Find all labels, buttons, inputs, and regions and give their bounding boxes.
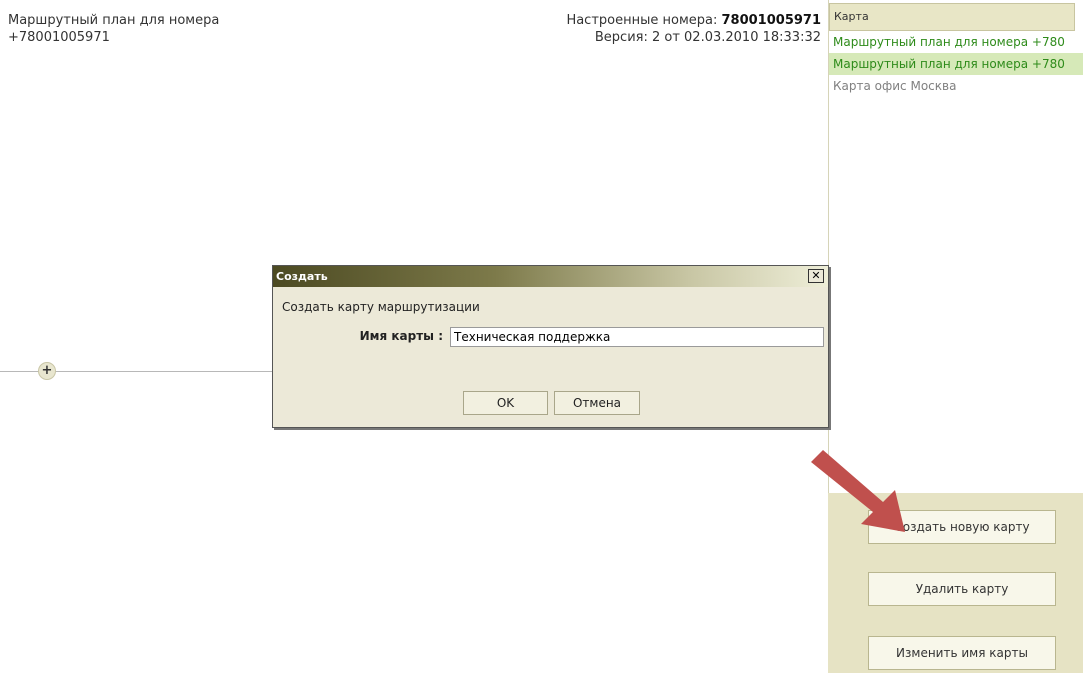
- cancel-button[interactable]: Отмена: [554, 391, 640, 415]
- create-map-dialog: Создать ✕ Создать карту маршрутизации Им…: [272, 265, 829, 428]
- plan-title-line2: +78001005971: [8, 30, 110, 45]
- dialog-title-bar: Создать ✕: [273, 266, 828, 287]
- map-panel: Карта Маршрутный план для номера +780 Ма…: [828, 0, 1083, 493]
- red-pointer-arrow-icon: [811, 450, 905, 532]
- dialog-title: Создать: [276, 270, 328, 283]
- configured-number-value: 78001005971: [721, 13, 822, 28]
- configured-numbers: Настроенные номера: 78001005971: [566, 12, 821, 29]
- app-root: Маршрутный план для номера +78001005971 …: [0, 0, 1083, 673]
- header-info: Настроенные номера: 78001005971 Версия: …: [566, 12, 821, 46]
- close-icon[interactable]: ✕: [808, 269, 824, 283]
- ok-button[interactable]: OK: [463, 391, 548, 415]
- plan-title: Маршрутный план для номера +78001005971: [8, 12, 219, 46]
- map-column-header[interactable]: Карта: [829, 3, 1075, 31]
- dialog-description: Создать карту маршрутизации: [282, 300, 480, 314]
- add-node-icon[interactable]: +: [38, 362, 56, 380]
- plan-title-line1: Маршрутный план для номера: [8, 13, 220, 28]
- map-list-item[interactable]: Маршрутный план для номера +780: [829, 31, 1083, 53]
- delete-map-button[interactable]: Удалить карту: [868, 572, 1056, 606]
- configured-numbers-label: Настроенные номера:: [566, 13, 718, 28]
- map-list-item[interactable]: Карта офис Москва: [829, 75, 1083, 97]
- map-name-label: Имя карты :: [359, 329, 443, 343]
- map-list: Маршрутный план для номера +780 Маршрутн…: [829, 31, 1083, 97]
- map-name-input[interactable]: [450, 327, 824, 347]
- rename-map-button[interactable]: Изменить имя карты: [868, 636, 1056, 670]
- version-text: Версия: 2 от 02.03.2010 18:33:32: [594, 30, 821, 45]
- map-list-item-selected[interactable]: Маршрутный план для номера +780: [829, 53, 1083, 75]
